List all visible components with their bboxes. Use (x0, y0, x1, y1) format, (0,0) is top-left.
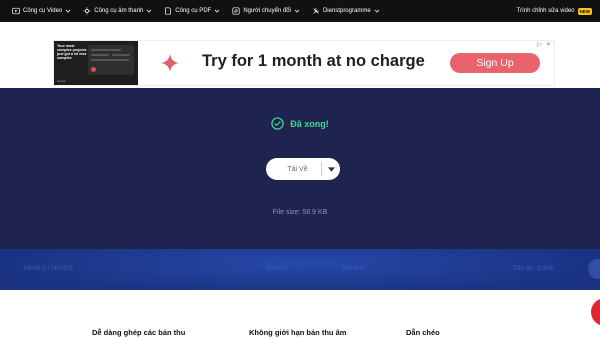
record-dot-icon (91, 67, 96, 72)
chevron-down-icon (65, 8, 71, 14)
nav-audio-tools[interactable]: Công cụ âm thanh (83, 7, 152, 15)
ad-area: Your most complex projects just got a lo… (0, 22, 600, 88)
nav-audio-tools-label: Công cụ âm thanh (94, 8, 144, 14)
adchoices-icon[interactable]: ▷ (536, 41, 543, 48)
ad-sign-up-button[interactable]: Sign Up (450, 53, 540, 73)
stat-speed: Tốc độ: 100% (513, 265, 554, 272)
nav-utilities[interactable]: Dienstprogramme (312, 7, 380, 15)
nav-converters-label: Người chuyển đổi (243, 8, 291, 14)
stat-end: 00:00:0 (342, 265, 364, 272)
tools-icon (312, 7, 320, 15)
stats-band: 00:00:0 / 00:00:0 00:00:0 00:00:0 Tốc độ… (0, 249, 600, 290)
ad-banner[interactable]: Your most complex projects just got a lo… (53, 40, 555, 86)
ad-badges: ▷ ✕ (536, 41, 552, 48)
feature-crossfade: Dẫn chéo (406, 328, 440, 337)
stats-glow (0, 249, 600, 290)
stat-duration: 00:00:0 / 00:00:0 (24, 265, 73, 272)
converter-icon (232, 7, 240, 15)
nav-video-tools-label: Công cụ Video (23, 8, 63, 14)
feature-unlimited-recordings: Không giới hạn bản thu âm (249, 328, 347, 337)
nav-pdf-tools-label: Công cụ PDF (175, 8, 212, 14)
ad-thumbnail-footer: Canva (57, 79, 66, 83)
nav-video-editor-link[interactable]: Trình chỉnh sửa video NEW (517, 0, 592, 22)
feature-merge-recordings: Dễ dàng ghép các bản thu (92, 328, 186, 337)
chevron-down-icon (374, 8, 380, 14)
pdf-document-icon (164, 7, 172, 15)
download-options-toggle[interactable] (322, 158, 340, 180)
caret-down-icon (327, 166, 335, 172)
file-size: File size: 58.9 KB (272, 209, 328, 216)
download-button-label: Tải Về (287, 165, 308, 173)
ad-headline[interactable]: Try for 1 month at no charge (202, 52, 425, 71)
ad-thumbnail: Your most complex projects just got a lo… (54, 41, 138, 85)
video-editor-label: Trình chỉnh sửa video (516, 8, 575, 14)
stat-start: 00:00:0 (266, 265, 288, 272)
nav-pdf-tools[interactable]: Công cụ PDF (164, 7, 220, 15)
chevron-down-icon (214, 8, 220, 14)
nav-converters[interactable]: Người chuyển đổi (232, 7, 300, 15)
ad-thumbnail-text: Your most complex projects just got a lo… (57, 44, 87, 60)
audio-settings-icon (83, 7, 91, 15)
video-play-icon (12, 7, 20, 15)
check-circle-icon (271, 117, 284, 130)
done-status-label: Đã xong! (290, 118, 329, 129)
close-icon[interactable]: ✕ (545, 41, 552, 48)
sparkle-icon (161, 54, 179, 72)
chevron-down-icon (294, 8, 300, 14)
done-status: Đã xong! (0, 117, 600, 130)
top-nav: Công cụ Video Công cụ âm thanh Công cụ P… (0, 0, 600, 22)
nav-utilities-label: Dienstprogramme (322, 8, 371, 14)
ad-thumbnail-panel (88, 45, 134, 75)
features-section: Dễ dàng ghép các bản thu Không giới hạn … (0, 290, 600, 338)
chevron-down-icon (146, 8, 152, 14)
nav-video-tools[interactable]: Công cụ Video (12, 7, 71, 15)
result-panel: Đã xong! Tải Về File size: 58.9 KB (0, 88, 600, 249)
download-button[interactable]: Tải Về (266, 158, 340, 180)
new-badge: NEW (577, 7, 592, 15)
